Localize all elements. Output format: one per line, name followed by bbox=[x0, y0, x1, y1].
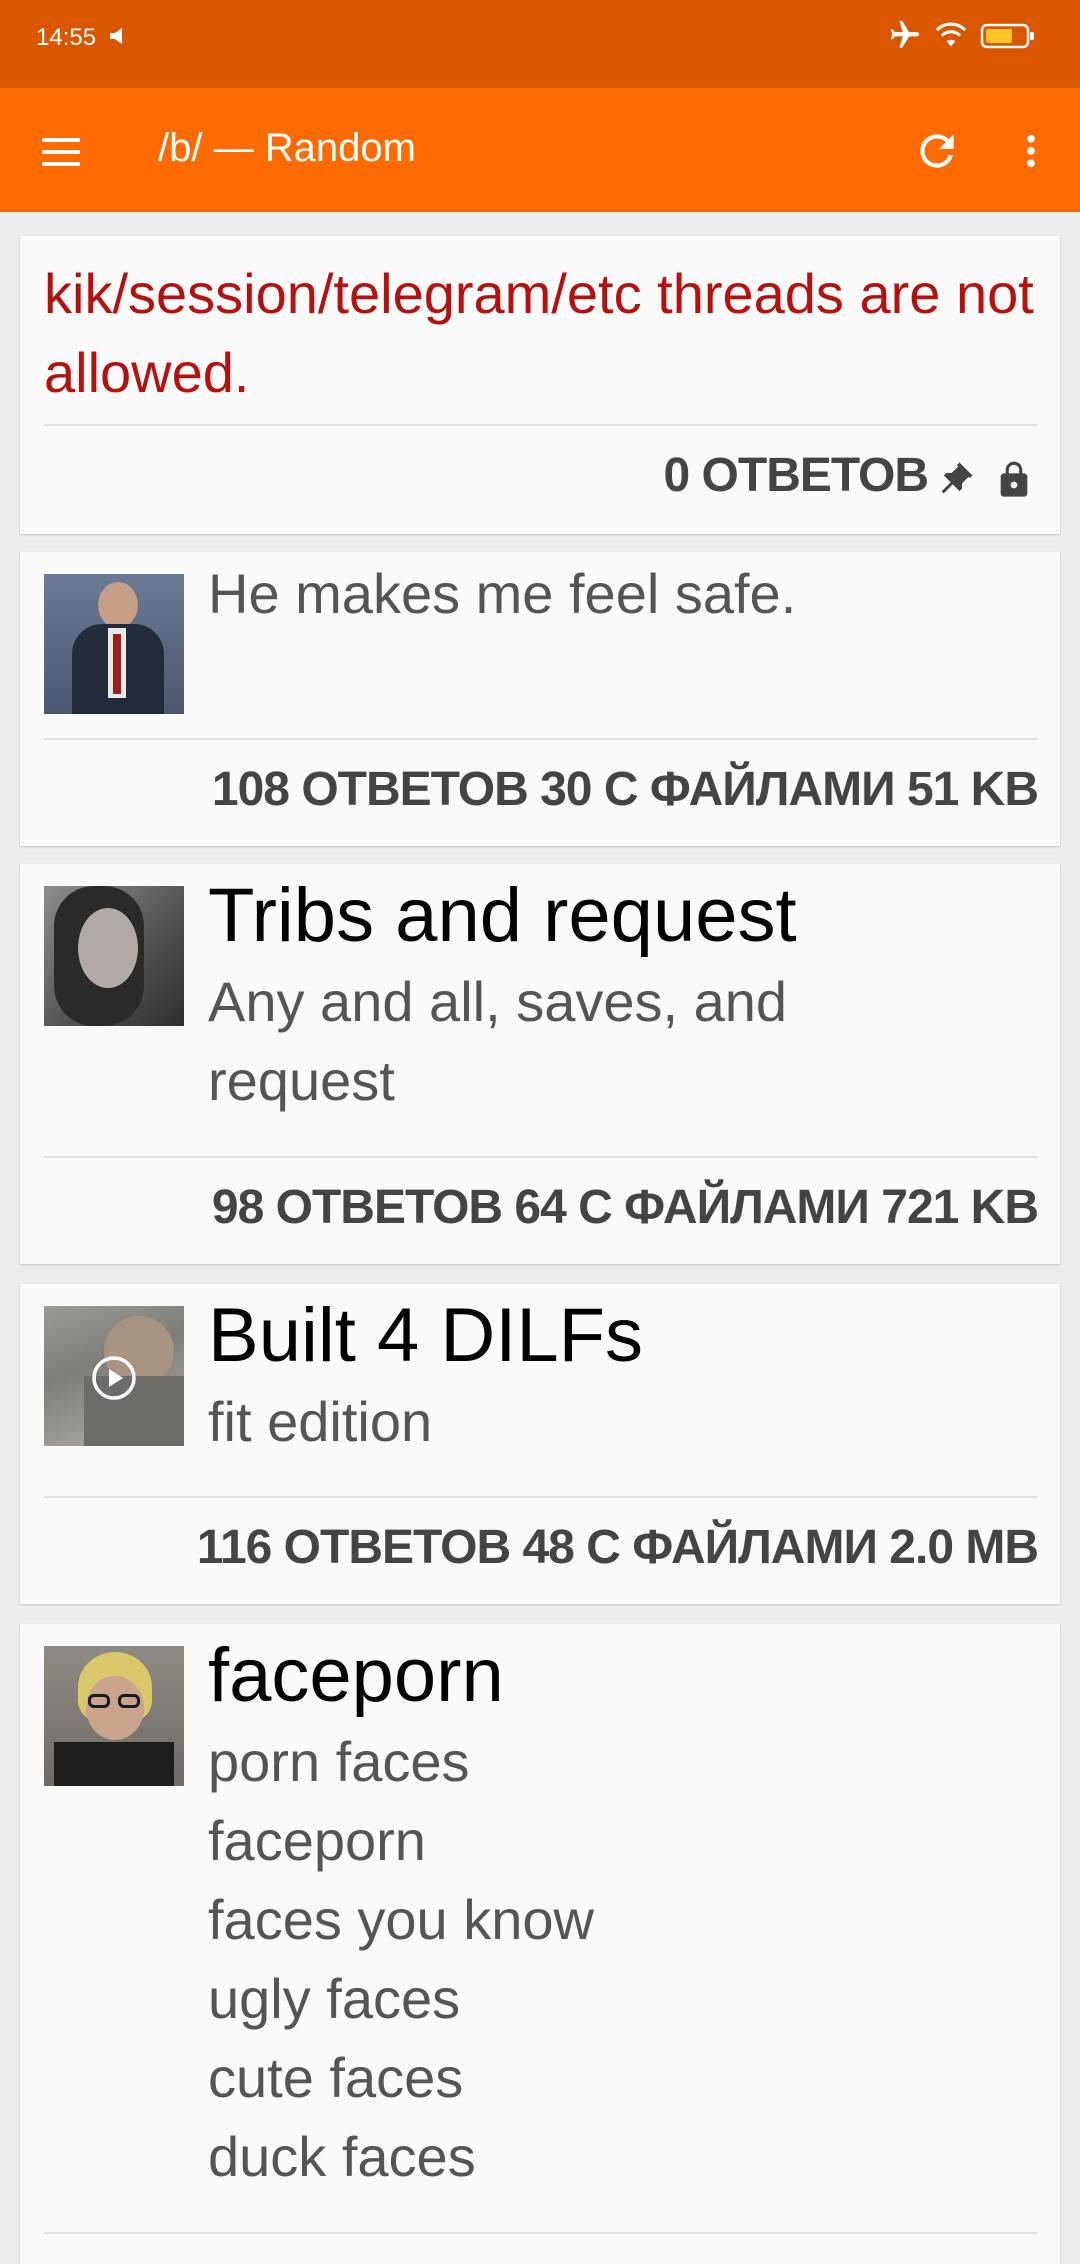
thread-thumbnail[interactable] bbox=[44, 574, 184, 714]
thread-card[interactable]: Tribs and request Any and all, saves, an… bbox=[20, 864, 1060, 1264]
thread-comment: fit edition bbox=[208, 1390, 433, 1453]
thread-comment: kik/session/telegram/etc threads are not… bbox=[44, 262, 1034, 404]
card-divider bbox=[44, 738, 1038, 740]
more-vert-icon[interactable] bbox=[1010, 126, 1052, 176]
card-divider bbox=[44, 1496, 1038, 1498]
thread-thumbnail[interactable] bbox=[44, 1646, 184, 1786]
airplane-icon bbox=[890, 20, 920, 48]
thread-stats: 0 ОТВЕТОВ bbox=[663, 449, 929, 502]
thread-comment: Any and all, saves, and request bbox=[208, 970, 788, 1112]
thread-stats: 108 ОТВЕТОВ 30 С ФАЙЛАМИ 51 KB bbox=[211, 763, 1039, 816]
menu-icon[interactable] bbox=[38, 128, 86, 176]
sound-icon bbox=[110, 28, 122, 44]
card-divider bbox=[44, 2232, 1038, 2234]
thread-card-sticky[interactable]: kik/session/telegram/etc threads are not… bbox=[20, 236, 1060, 534]
thread-stats: 116 ОТВЕТОВ 48 С ФАЙЛАМИ 2.0 MB bbox=[196, 1521, 1039, 1574]
wifi-icon bbox=[935, 22, 967, 47]
lock-icon bbox=[1000, 461, 1028, 497]
thread-card[interactable]: Built 4 DILFs fit edition 116 ОТВЕТОВ 48… bbox=[20, 1284, 1060, 1604]
status-time: 14:55 bbox=[36, 24, 97, 51]
app-toolbar: /b/ — Random bbox=[0, 88, 1080, 212]
thread-thumbnail[interactable] bbox=[44, 1306, 184, 1446]
refresh-icon[interactable] bbox=[912, 126, 962, 176]
thread-comment: porn faces faceporn faces you know ugly … bbox=[208, 1730, 594, 2188]
thread-card[interactable]: faceporn porn faces faceporn faces you k… bbox=[20, 1624, 1060, 2264]
status-bar: 14:55 bbox=[0, 0, 1080, 88]
thread-subject: Tribs and request bbox=[208, 873, 797, 958]
thread-subject: Built 4 DILFs bbox=[208, 1293, 644, 1378]
board-title: /b/ — Random bbox=[158, 126, 416, 170]
thread-subject: faceporn bbox=[208, 1633, 504, 1718]
thread-comment: He makes me feel safe. bbox=[208, 562, 797, 625]
thread-card[interactable]: He makes me feel safe. 108 ОТВЕТОВ 30 С … bbox=[20, 552, 1060, 846]
card-divider bbox=[44, 424, 1038, 426]
thread-thumbnail[interactable] bbox=[44, 886, 184, 1026]
card-divider bbox=[44, 1156, 1038, 1158]
battery-icon bbox=[980, 23, 1034, 49]
thread-stats: 98 ОТВЕТОВ 64 С ФАЙЛАМИ 721 KB bbox=[211, 1181, 1039, 1234]
play-icon bbox=[92, 1356, 136, 1400]
pin-icon bbox=[941, 462, 973, 494]
